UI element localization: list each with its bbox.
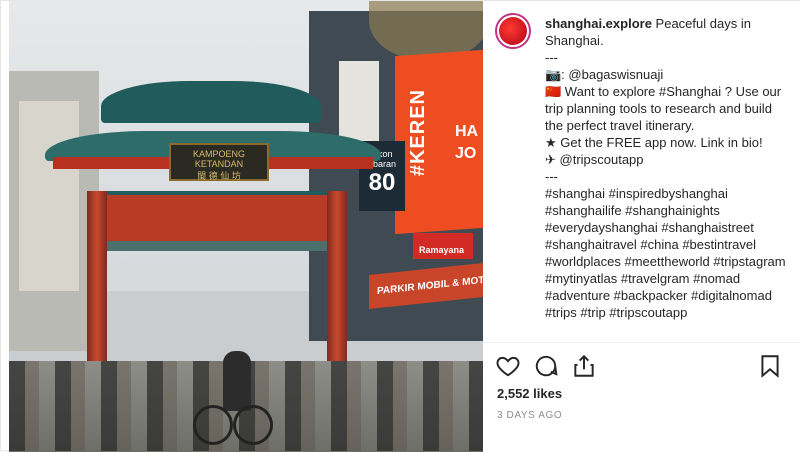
caption-line: ★ Get the FREE app now. Link in bio! (545, 135, 763, 150)
post-sidebar: shanghai.explore Peaceful days in Shangh… (483, 1, 800, 452)
heart-icon[interactable] (495, 353, 521, 379)
photo-store-vertical-text: #KEREN (407, 89, 429, 177)
caption-line: --- (545, 169, 558, 184)
photo-building-left-facade (19, 101, 79, 291)
photo-bicycle-wheel (233, 405, 273, 445)
gate-plaque-latin: KAMPOENG KETANDAN (192, 149, 245, 169)
avatar-image (499, 17, 527, 45)
caption-line: --- (545, 50, 558, 65)
caption-line: ✈ @tripscoutapp (545, 152, 644, 167)
post-caption: shanghai.explore Peaceful days in Shangh… (545, 15, 793, 321)
caption-first-line: shanghai.explore Peaceful days in Shangh… (545, 15, 793, 49)
gate-plaque: KAMPOENG KETANDAN 閩 德 仙 坊 (169, 143, 269, 181)
gate-cross-panel (103, 191, 331, 241)
gate-plaque-chinese: 閩 德 仙 坊 (197, 171, 241, 181)
section-divider (483, 342, 800, 343)
caption-hashtags: #shanghai #inspiredbyshanghai #shanghail… (545, 186, 786, 320)
action-bar (495, 353, 795, 381)
gate-roof-top (101, 81, 321, 123)
comment-icon[interactable] (533, 353, 559, 379)
photo-ramayana-sign: Ramayana (413, 233, 473, 259)
instagram-post: #KEREN HA JO iskon ebaran 80 Ramayana PA… (0, 0, 800, 452)
photo-cyclist (223, 351, 251, 411)
post-photo[interactable]: #KEREN HA JO iskon ebaran 80 Ramayana PA… (9, 1, 483, 452)
gate-cross-beam (103, 241, 331, 251)
photo-store-brand: HA JO (455, 123, 478, 162)
bookmark-icon[interactable] (757, 353, 783, 379)
caption-line: 📷: @bagaswisnuaji (545, 67, 664, 82)
post-timestamp[interactable]: 3 DAYS AGO (497, 410, 562, 421)
likes-count[interactable]: 2,552 likes (497, 386, 562, 401)
username-link[interactable]: shanghai.explore (545, 16, 652, 31)
photo-sale-big-text: 80 (368, 169, 396, 196)
avatar[interactable] (495, 13, 531, 49)
photo-bicycle-wheel (193, 405, 233, 445)
share-icon[interactable] (571, 353, 597, 379)
caption-line: 🇨🇳 Want to explore #Shanghai ? Use our t… (545, 84, 782, 133)
